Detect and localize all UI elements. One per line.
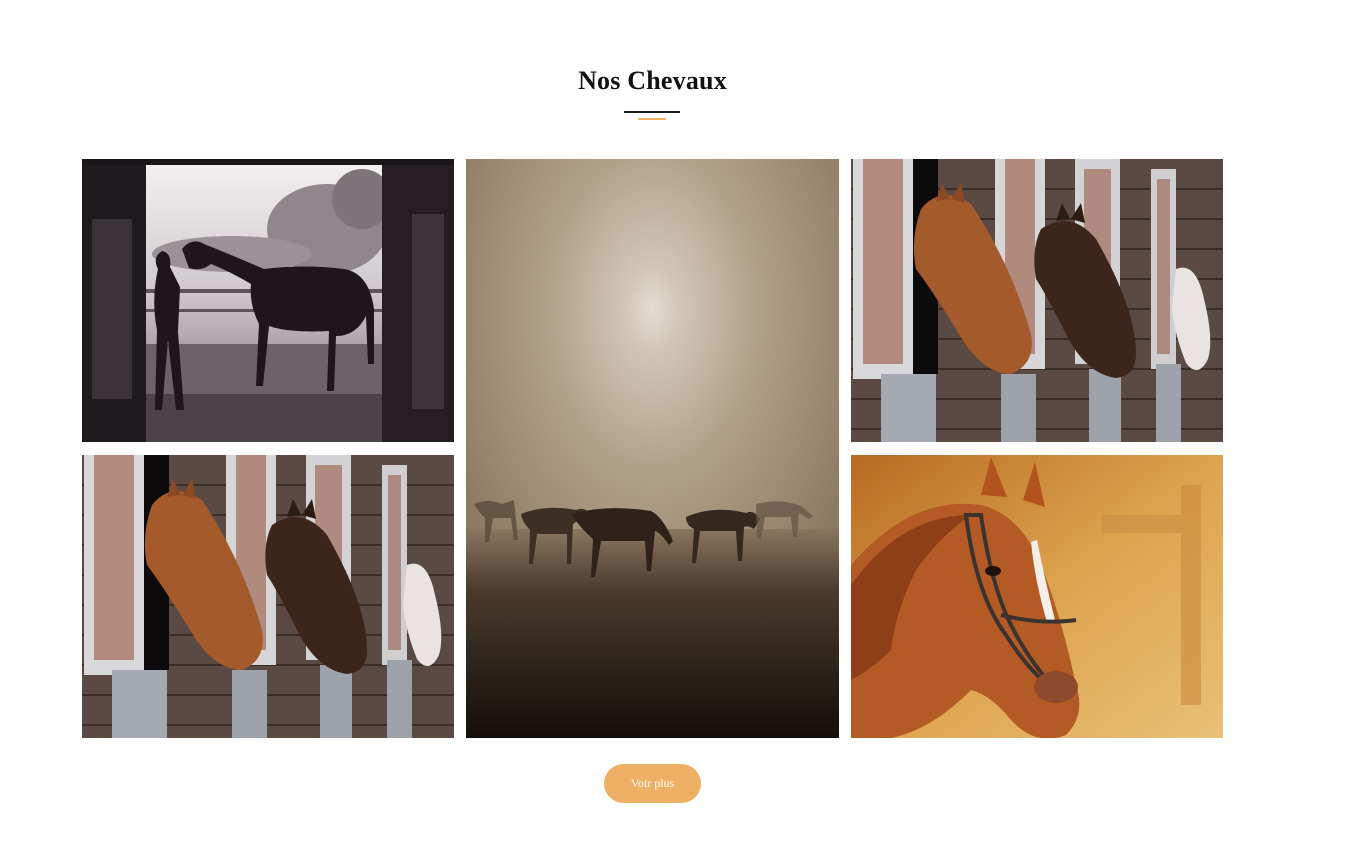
stable-horses-image: [851, 159, 1223, 442]
title-divider: [624, 111, 680, 113]
gallery-image-stable-horses-2[interactable]: [82, 455, 454, 738]
gallery-image-misty-field[interactable]: [466, 159, 839, 738]
chestnut-horse-image: [851, 455, 1223, 738]
misty-field-image: [466, 159, 839, 738]
see-more-button[interactable]: Voir plus: [604, 764, 701, 803]
gallery-image-silhouette[interactable]: [82, 159, 454, 442]
gallery-image-chestnut-horse[interactable]: [851, 455, 1223, 738]
section-title: Nos Chevaux: [578, 66, 727, 95]
title-accent-divider: [638, 118, 666, 120]
horse-silhouette-image: [82, 159, 454, 442]
gallery-image-stable-horses[interactable]: [851, 159, 1223, 442]
stable-horses-image: [82, 455, 454, 738]
